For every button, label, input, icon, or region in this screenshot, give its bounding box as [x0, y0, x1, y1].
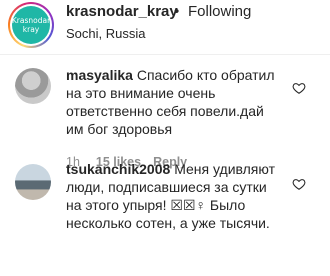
logo-text-line1: Krasnodar — [11, 16, 51, 25]
following-button[interactable]: Following — [188, 3, 251, 20]
profile-avatar: Krasnodar kray — [12, 6, 50, 44]
account-username[interactable]: krasnodar_kray — [66, 3, 178, 20]
logo-text-line2: kray — [22, 25, 40, 34]
heart-icon[interactable] — [292, 81, 306, 95]
separator-dot: • — [174, 3, 180, 20]
header-divider — [0, 54, 330, 55]
commenter-avatar[interactable] — [15, 164, 51, 200]
comment-username[interactable]: masyalika — [66, 67, 133, 83]
commenter-avatar[interactable] — [15, 68, 51, 104]
comment-body: tsukanchik2008 Меня удивляют люди, подпи… — [66, 160, 284, 232]
comment-body: masyalika Спасибо кто обратил на это вни… — [66, 66, 284, 138]
comment-username[interactable]: tsukanchik2008 — [66, 161, 170, 177]
profile-avatar-ring[interactable]: Krasnodar kray — [8, 2, 54, 48]
heart-icon[interactable] — [292, 177, 306, 191]
post-location[interactable]: Sochi, Russia — [66, 26, 145, 41]
post-header: Krasnodar kray krasnodar_kray • Followin… — [0, 0, 330, 57]
